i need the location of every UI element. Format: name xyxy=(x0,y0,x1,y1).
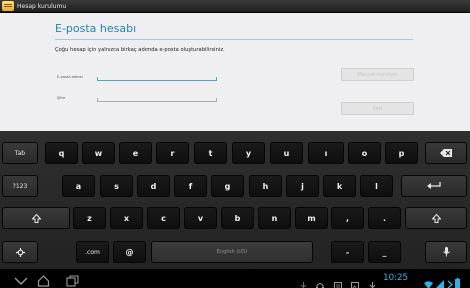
enter-key[interactable] xyxy=(401,175,467,197)
keyboard-settings-icon xyxy=(15,247,25,257)
page-title: E-posta hesabı xyxy=(55,22,137,35)
recent-apps-icon[interactable] xyxy=(66,272,79,288)
title-divider xyxy=(55,39,413,40)
key-tab[interactable]: Tab xyxy=(2,142,38,164)
back-icon[interactable] xyxy=(14,272,28,288)
key-x[interactable]: x xyxy=(110,207,143,229)
space-key[interactable]: English (US) xyxy=(151,241,313,263)
settings-key[interactable] xyxy=(2,241,38,263)
shift-key-right[interactable] xyxy=(405,207,467,229)
title-bar: Hesap kurulumu xyxy=(0,0,470,13)
key-s[interactable]: s xyxy=(100,175,133,197)
voice-input-key[interactable] xyxy=(425,241,467,263)
usb-icon xyxy=(300,275,307,288)
email-label: E-posta adresi xyxy=(57,75,83,79)
key-c[interactable]: c xyxy=(147,207,180,229)
key-o[interactable]: o xyxy=(348,142,381,164)
key-k[interactable]: k xyxy=(323,175,356,197)
account-setup-form: E-posta hesabı Çoğu hesap için yalnızca … xyxy=(0,13,470,131)
key-p[interactable]: p xyxy=(385,142,418,164)
key-m[interactable]: m xyxy=(295,207,328,229)
clock: 10:25 xyxy=(383,273,408,283)
email-field[interactable] xyxy=(97,77,217,81)
key-f[interactable]: f xyxy=(174,175,207,197)
password-label: Şifre xyxy=(57,96,66,100)
shift-icon xyxy=(431,213,441,223)
key-dotless-i[interactable]: ı xyxy=(308,142,344,164)
screenshot-icon xyxy=(351,275,359,288)
key-d[interactable]: d xyxy=(137,175,170,197)
key-v[interactable]: v xyxy=(184,207,217,229)
key-e[interactable]: e xyxy=(119,142,152,164)
wifi-icon xyxy=(424,274,433,288)
home-icon[interactable] xyxy=(37,272,50,288)
key-q[interactable]: q xyxy=(45,142,78,164)
soft-keyboard: Tab q w e r t y u ı o p ?123 a s d f g h… xyxy=(0,131,470,269)
notification-arrow-icon xyxy=(447,274,453,288)
backspace-key[interactable] xyxy=(425,142,467,164)
key-dot-com[interactable]: .com xyxy=(76,241,109,263)
enter-icon xyxy=(427,182,441,190)
battery-icon xyxy=(455,273,460,288)
headset-icon xyxy=(316,275,324,288)
next-button[interactable]: İleri xyxy=(341,102,414,115)
manual-setup-button[interactable]: Manuel kurulum xyxy=(341,68,414,81)
key-y[interactable]: y xyxy=(232,142,265,164)
key-t[interactable]: t xyxy=(194,142,227,164)
key-comma[interactable]: , xyxy=(331,207,364,229)
key-a[interactable]: a xyxy=(62,175,95,197)
key-r[interactable]: r xyxy=(156,142,189,164)
shift-icon xyxy=(31,213,41,223)
backspace-icon xyxy=(440,149,452,157)
key-b[interactable]: b xyxy=(221,207,254,229)
signal-icon xyxy=(435,274,444,288)
key-w[interactable]: w xyxy=(82,142,115,164)
app-title: Hesap kurulumu xyxy=(17,2,67,10)
key-h[interactable]: h xyxy=(249,175,282,197)
sync-icon xyxy=(334,275,342,288)
key-l[interactable]: l xyxy=(360,175,393,197)
key-underscore[interactable]: _ xyxy=(368,241,401,263)
download-icon xyxy=(369,275,376,288)
key-g[interactable]: g xyxy=(211,175,244,197)
password-field[interactable] xyxy=(97,98,217,102)
system-navigation-bar: 10:25 xyxy=(0,269,470,288)
key-u[interactable]: u xyxy=(270,142,303,164)
key-z[interactable]: z xyxy=(73,207,106,229)
key-hyphen[interactable]: - xyxy=(331,241,364,263)
key-period[interactable]: . xyxy=(368,207,401,229)
shift-key-left[interactable] xyxy=(2,207,70,229)
key-at[interactable]: @ xyxy=(113,241,146,263)
key-n[interactable]: n xyxy=(258,207,291,229)
key-j[interactable]: j xyxy=(286,175,319,197)
account-setup-icon xyxy=(2,1,14,11)
microphone-icon xyxy=(442,247,450,257)
key-symbols[interactable]: ?123 xyxy=(2,175,38,197)
description-text: Çoğu hesap için yalnızca birkaç adımda e… xyxy=(55,47,225,53)
